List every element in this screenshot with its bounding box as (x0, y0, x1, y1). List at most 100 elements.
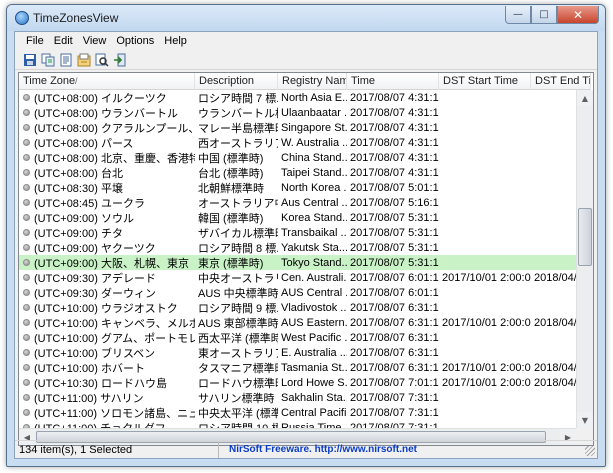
column-header-timezone[interactable]: Time Zone / (19, 73, 195, 90)
cell-description: ロードハウ標準時 (198, 377, 278, 390)
column-header-dst-start[interactable]: DST Start Time (439, 73, 531, 90)
close-button[interactable]: ✕ (557, 6, 599, 24)
menu-options[interactable]: Options (111, 35, 159, 47)
cell-timezone: (UTC+09:00) チタ (19, 225, 195, 241)
table-row[interactable]: (UTC+09:00) 大阪、札幌、東京 東京 (標準時) Tokyo Stand.… (19, 255, 591, 270)
clock-icon (23, 364, 30, 371)
menu-help[interactable]: Help (159, 35, 192, 47)
column-header-description[interactable]: Description (195, 73, 278, 90)
cell-registry-name: AUS Central ... (281, 286, 347, 299)
cell-description: 西太平洋 (標準時) (198, 332, 278, 345)
cell-time: 2017/08/07 7:31:16 (350, 406, 439, 419)
properties-button[interactable] (58, 52, 74, 68)
table-row[interactable]: (UTC+09:30) アデレード 中央オーストラリ...Cen. Austral… (19, 270, 591, 285)
cell-description: タスマニア標準時 (198, 362, 278, 375)
table-row[interactable]: (UTC+09:00) チタ ザバイカル標準時 Transbaikal ... 201… (19, 225, 591, 240)
cell-time: 2017/08/07 6:31:16 (350, 361, 439, 374)
cell-dst-start: 2017/10/01 2:00:00 (442, 376, 531, 389)
menu-file[interactable]: File (21, 35, 49, 47)
cell-registry-name: Central Pacifi... (281, 406, 347, 419)
cell-description: 中国 (標準時) (198, 152, 264, 165)
column-header-dst-end[interactable]: DST End Tim (531, 73, 591, 90)
cell-timezone: (UTC+08:30) 平壌 (19, 180, 195, 196)
table-row[interactable]: (UTC+10:30) ロードハウ島 ロードハウ標準時 Lord Howe S...… (19, 375, 591, 390)
cell-time: 2017/08/07 5:01:16 (350, 181, 439, 194)
nirsoft-link[interactable]: NirSoft Freeware. http://www.nirsoft.net (219, 444, 417, 455)
table-row[interactable]: (UTC+10:00) ウラジオストク ロシア時間 9 標... Vladivost… (19, 300, 591, 315)
cell-registry-name: Ulaanbaatar ... (281, 106, 347, 119)
table-row[interactable]: (UTC+10:00) キャンベラ、メルボルン...AUS 東部標準時AUS E… (19, 315, 591, 330)
table-row[interactable]: (UTC+08:00) 台北 台北 (標準時) Taipei Stand... 201… (19, 165, 591, 180)
cell-description: 韓国 (標準時) (198, 212, 264, 225)
save-icon (24, 53, 36, 66)
cell-registry-name: North Asia E... (281, 91, 347, 104)
cell-description: 北朝鮮標準時 (198, 182, 264, 195)
window-title: TimeZonesView (33, 11, 119, 25)
table-row[interactable]: (UTC+08:00) イルクーツク ロシア時間 7 標... North Asia… (19, 90, 591, 105)
cell-registry-name: E. Australia ... (281, 346, 347, 359)
timezone-name: (UTC+10:00) グアム、ポートモレスビー (34, 332, 195, 345)
title-bar[interactable]: TimeZonesView — □ ✕ (7, 5, 605, 31)
copy-button[interactable] (40, 52, 56, 68)
timezone-name: (UTC+08:30) 平壌 (34, 182, 123, 195)
table-row[interactable]: (UTC+09:30) ダーウィン AUS 中央標準時AUS Central ..… (19, 285, 591, 300)
scroll-down-arrow-icon[interactable]: ▼ (577, 412, 593, 428)
cell-registry-name: Sakhalin Sta... (281, 391, 347, 404)
table-row[interactable]: (UTC+08:00) パース 西オーストラリア...W. Australia .… (19, 135, 591, 150)
cell-time: 2017/08/07 7:31:16 (350, 391, 439, 404)
table-row[interactable]: (UTC+09:00) ヤクーツク ロシア時間 8 標... Yakutsk Sta… (19, 240, 591, 255)
table-row[interactable]: (UTC+10:00) ブリスベン 東オーストラリア...E. Australia… (19, 345, 591, 360)
timezone-name: (UTC+10:30) ロードハウ島 (34, 377, 167, 390)
cell-registry-name: Lord Howe S... (281, 376, 347, 389)
cell-description: 東オーストラリア... (198, 347, 278, 360)
table-row[interactable]: (UTC+08:45) ユークラ オーストラリア中...Aus Central .… (19, 195, 591, 210)
table-row[interactable]: (UTC+10:00) ホバート タスマニア標準時 Tasmania St... 20… (19, 360, 591, 375)
cell-registry-name: Transbaikal ... (281, 226, 347, 239)
table-row[interactable]: (UTC+09:00) ソウル 韓国 (標準時) Korea Stand... 201… (19, 210, 591, 225)
cell-time: 2017/08/07 4:31:16 (350, 166, 439, 179)
clock-icon (23, 199, 30, 206)
cell-dst-start: 2017/10/01 2:00:00 (442, 271, 531, 284)
table-row[interactable]: (UTC+11:00) ソロモン諸島、ニューカ...中央太平洋 (標準...Ce… (19, 405, 591, 420)
scroll-up-arrow-icon[interactable]: ▲ (577, 90, 593, 106)
table-row[interactable]: (UTC+08:00) 北京、重慶、香港特別行...中国 (標準時) China … (19, 150, 591, 165)
table-row[interactable]: (UTC+08:00) ウランバートル ウランバートル標...Ulaanbaata… (19, 105, 591, 120)
minimize-button[interactable]: — (505, 6, 531, 24)
find-button[interactable] (94, 52, 110, 68)
cell-description: AUS 中央標準時 (198, 287, 278, 300)
menu-view[interactable]: View (78, 35, 112, 47)
cell-time: 2017/08/07 4:31:16 (350, 106, 439, 119)
cell-registry-name: Tokyo Stand... (281, 256, 347, 269)
timezone-name: (UTC+11:00) ソロモン諸島、ニューカ... (34, 407, 195, 420)
cell-description: ウランバートル標... (198, 107, 278, 120)
cell-description: サハリン標準時 (198, 392, 275, 405)
resize-grip-icon[interactable] (585, 446, 595, 456)
cell-timezone: (UTC+08:00) イルクーツク (19, 90, 195, 106)
table-row[interactable]: (UTC+08:00) クアラルンプール、シン...マレー半島標準時Singap… (19, 120, 591, 135)
cell-timezone: (UTC+09:30) ダーウィン (19, 285, 195, 301)
save-button[interactable] (22, 52, 38, 68)
cell-registry-name: North Korea ... (281, 181, 347, 194)
cell-registry-name: Taipei Stand... (281, 166, 347, 179)
vertical-scrollbar[interactable]: ▲ ▼ (576, 90, 593, 428)
cell-description: 台北 (標準時) (198, 167, 264, 180)
clock-icon (23, 214, 30, 221)
timezone-name: (UTC+08:00) パース (34, 137, 134, 150)
html-report-button[interactable] (76, 52, 92, 68)
timezone-list[interactable]: Time Zone / Description Registry Name Ti… (18, 72, 594, 446)
maximize-button[interactable]: □ (531, 6, 557, 24)
clock-icon (23, 259, 30, 266)
timezone-name: (UTC+09:00) ソウル (34, 212, 134, 225)
exit-button[interactable] (112, 52, 128, 68)
timezone-name: (UTC+08:00) クアラルンプール、シン... (34, 122, 195, 135)
clock-icon (23, 244, 30, 251)
column-header-time[interactable]: Time (347, 73, 439, 90)
cell-time: 2017/08/07 6:31:16 (350, 331, 439, 344)
column-header-registry-name[interactable]: Registry Name (278, 73, 347, 90)
menu-edit[interactable]: Edit (49, 35, 78, 47)
table-row[interactable]: (UTC+10:00) グアム、ポートモレスビー西太平洋 (標準時)West P… (19, 330, 591, 345)
vertical-scroll-thumb[interactable] (578, 208, 592, 266)
clock-icon (23, 394, 30, 401)
table-row[interactable]: (UTC+08:30) 平壌 北朝鮮標準時 North Korea ... 2017/… (19, 180, 591, 195)
table-row[interactable]: (UTC+11:00) サハリン サハリン標準時 Sakhalin Sta... 20… (19, 390, 591, 405)
